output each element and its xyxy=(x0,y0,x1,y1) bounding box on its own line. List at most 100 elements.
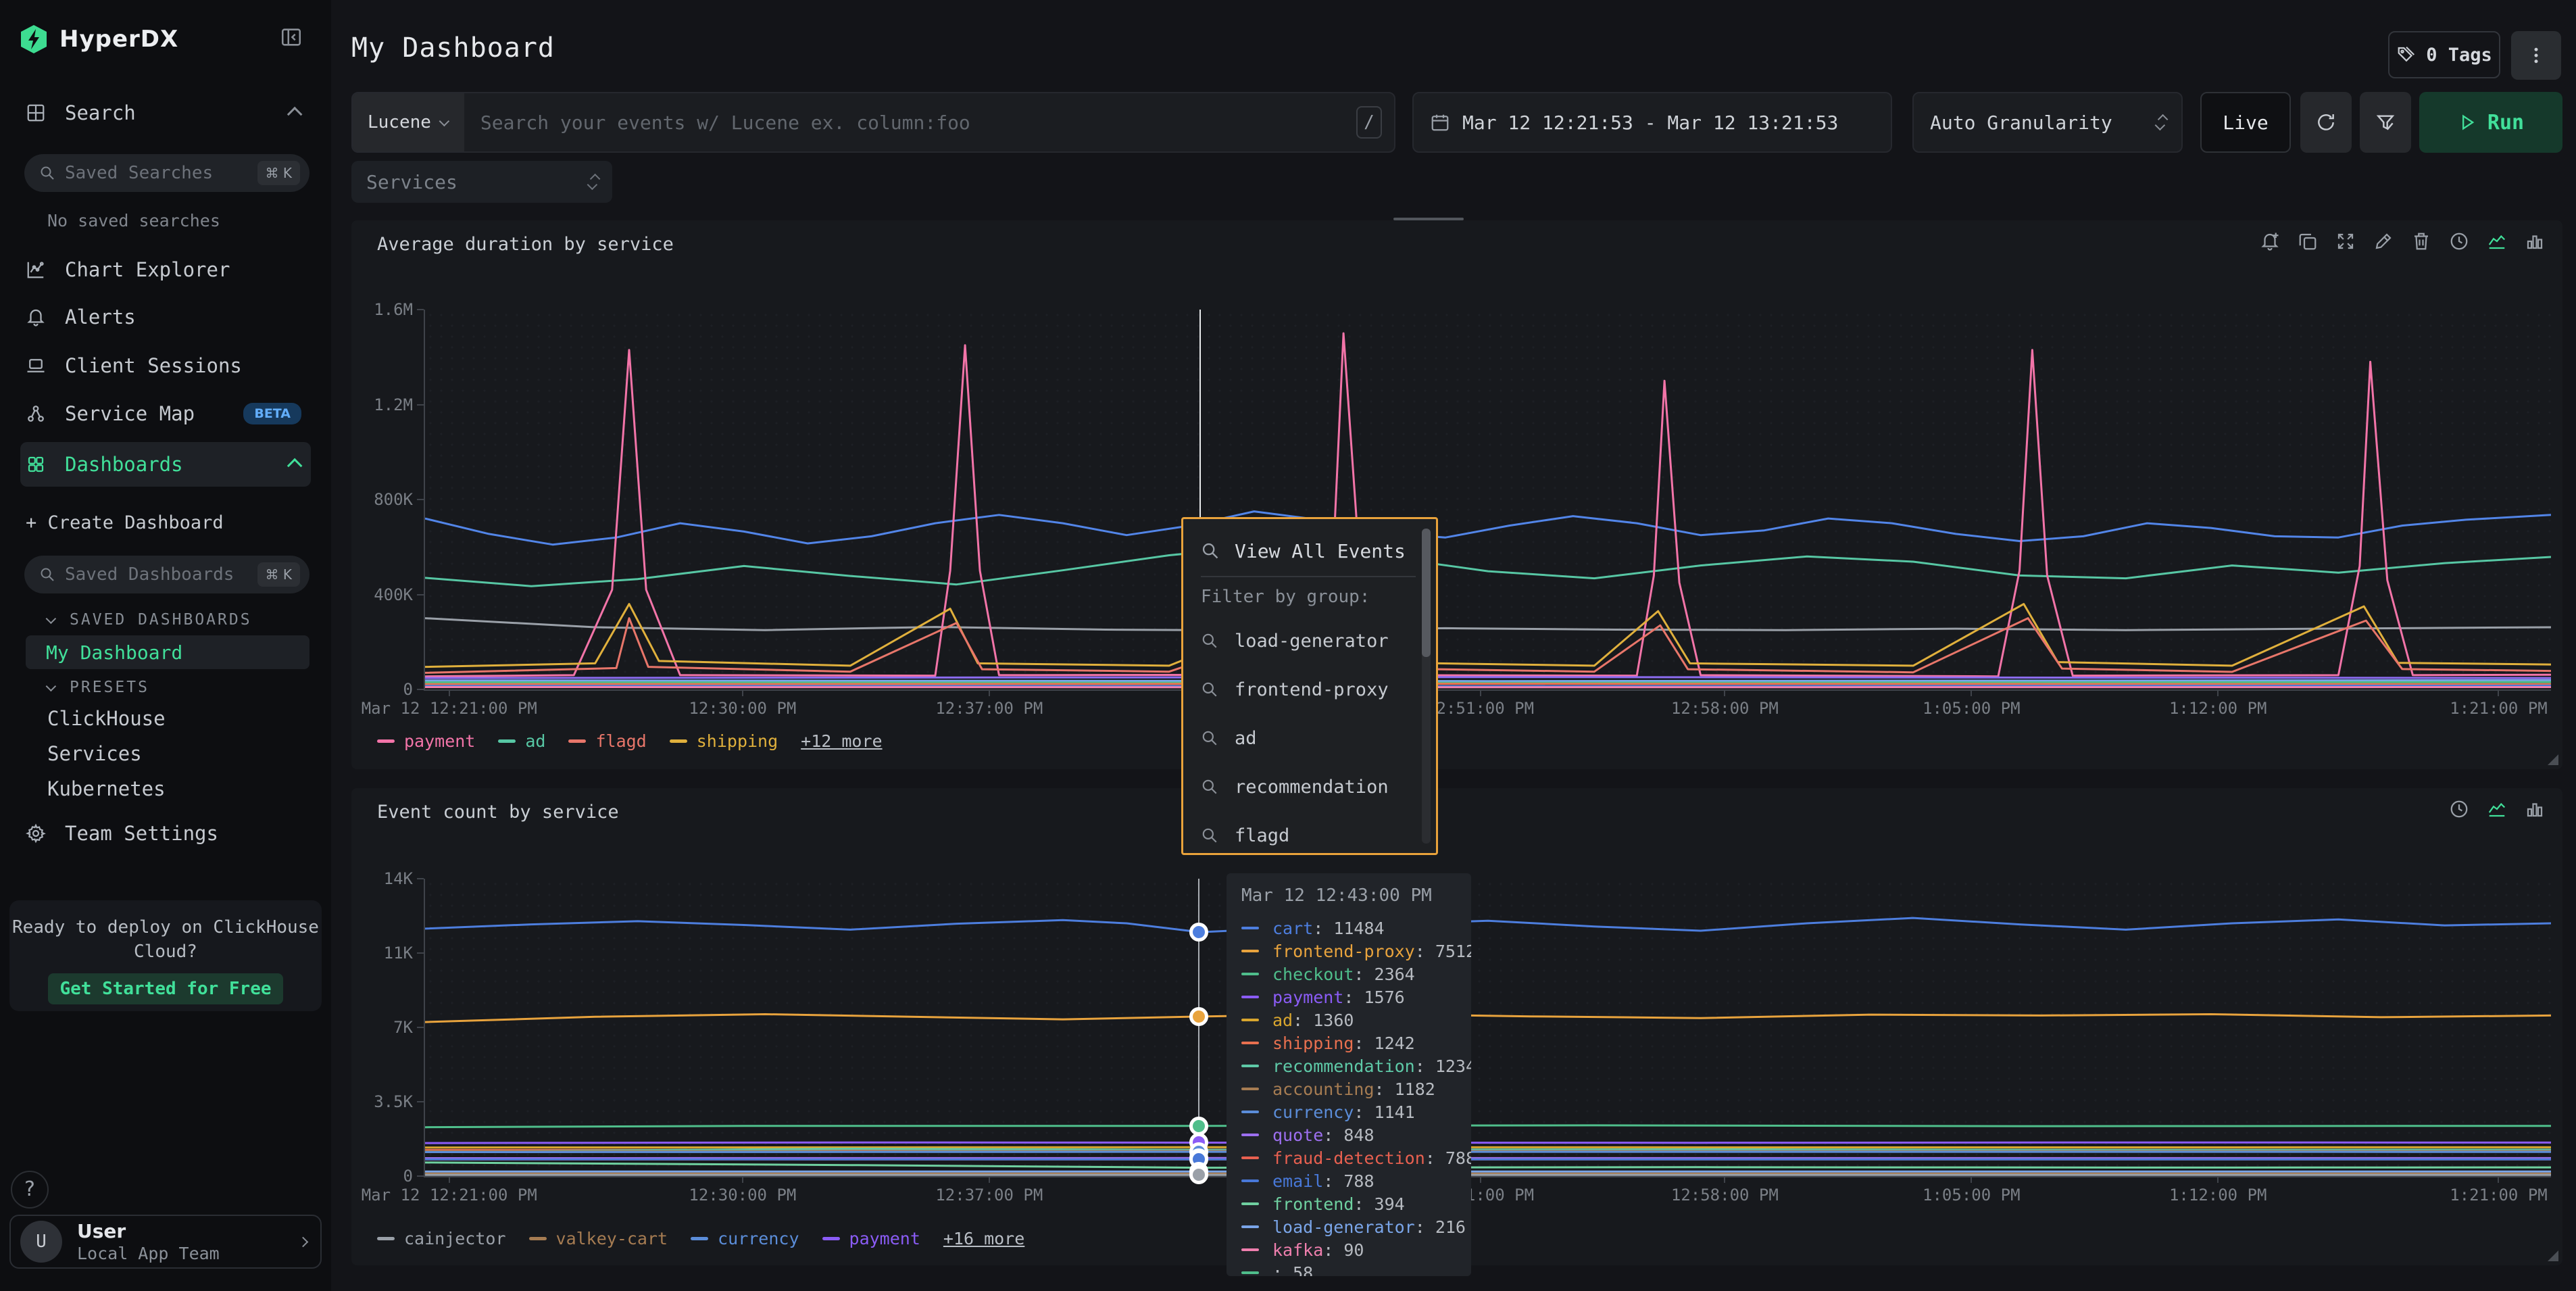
time-icon[interactable] xyxy=(2449,799,2469,819)
delete-icon[interactable] xyxy=(2411,231,2431,251)
tooltip-series-value: : 7512 xyxy=(1415,942,1471,961)
filter-group-item[interactable]: frontend-proxy xyxy=(1201,665,1416,714)
y-axis-tick xyxy=(417,1027,424,1028)
legend-dash xyxy=(498,739,516,743)
legend-item[interactable]: shipping xyxy=(670,731,778,751)
dashboards-icon xyxy=(26,454,46,474)
create-dashboard-button[interactable]: + Create Dashboard xyxy=(20,503,311,542)
series-quote xyxy=(425,677,2551,678)
tooltip-series-dash xyxy=(1241,1134,1259,1136)
legend-more-link[interactable]: +12 more xyxy=(801,731,882,751)
user-card[interactable]: U User Local App Team xyxy=(9,1215,322,1269)
legend-item[interactable]: ad xyxy=(498,731,545,751)
alert-add-icon[interactable] xyxy=(2260,231,2280,251)
series-checkout xyxy=(425,1125,2551,1127)
tags-button[interactable]: 0 Tags xyxy=(2388,31,2500,78)
edit-icon[interactable] xyxy=(2373,231,2394,251)
x-axis-tick xyxy=(1724,1176,1725,1183)
popup-scrollbar[interactable] xyxy=(1422,529,1431,844)
y-axis-tick xyxy=(417,404,424,406)
line-chart-average-duration[interactable] xyxy=(424,310,2551,691)
my-dashboard-label: My Dashboard xyxy=(46,641,182,664)
view-all-events-item[interactable]: View All Events xyxy=(1201,531,1416,570)
sidebar: HyperDX Search ⌘ K No saved searches Cha… xyxy=(0,0,331,1291)
query-search-bar[interactable]: Lucene / xyxy=(351,92,1395,153)
filter-group-label: frontend-proxy xyxy=(1235,679,1389,700)
panel-resize-grip[interactable] xyxy=(2548,754,2558,765)
get-started-button[interactable]: Get Started for Free xyxy=(48,973,283,1004)
sidebar-item-chart-explorer[interactable]: Chart Explorer xyxy=(20,250,311,289)
legend-item[interactable]: payment xyxy=(822,1229,920,1248)
live-button[interactable]: Live xyxy=(2200,92,2291,153)
saved-dashboards-search[interactable]: ⌘ K xyxy=(24,556,309,593)
filter-group-item[interactable]: recommendation xyxy=(1201,762,1416,811)
dashboard-menu-button[interactable] xyxy=(2511,31,2561,80)
brand: HyperDX xyxy=(20,19,318,59)
tooltip-series-name: email xyxy=(1272,1171,1323,1191)
line-chart-icon[interactable] xyxy=(2487,799,2507,819)
services-filter-select[interactable]: Services xyxy=(351,161,612,203)
help-button[interactable]: ? xyxy=(11,1171,49,1209)
chart-panel-average-duration: Average duration by service paymentadfla… xyxy=(351,220,2562,769)
duplicate-icon[interactable] xyxy=(2298,231,2318,251)
sidebar-item-clickhouse[interactable]: ClickHouse xyxy=(47,707,166,730)
y-axis-label: 400K xyxy=(359,585,413,604)
filter-group-item[interactable]: load-generator xyxy=(1201,616,1416,665)
bar-chart-icon[interactable] xyxy=(2525,231,2545,251)
legend-item[interactable]: payment xyxy=(377,731,475,751)
tooltip-row: payment: 1576 xyxy=(1241,985,1456,1008)
filter-group-item[interactable]: ad xyxy=(1201,714,1416,762)
sidebar-item-dashboards[interactable]: Dashboards xyxy=(20,442,311,487)
chevron-up-icon xyxy=(287,107,303,122)
granularity-select[interactable]: Auto Granularity xyxy=(1912,92,2183,153)
filter-group-item[interactable]: flagd xyxy=(1201,811,1416,855)
saved-searches-input[interactable] xyxy=(65,163,257,183)
sidebar-collapse-icon[interactable] xyxy=(280,26,303,49)
tooltip-row: fraud-detection: 788 xyxy=(1241,1146,1456,1169)
legend-dash xyxy=(822,1237,840,1240)
sidebar-item-services[interactable]: Services xyxy=(47,742,142,765)
section-saved-dashboards[interactable]: SAVED DASHBOARDS xyxy=(49,611,252,629)
expand-icon[interactable] xyxy=(2335,231,2356,251)
legend-item[interactable]: flagd xyxy=(568,731,646,751)
sidebar-item-client-sessions[interactable]: Client Sessions xyxy=(20,346,311,385)
y-axis-tick xyxy=(417,1101,424,1102)
tooltip-series-name: currency xyxy=(1272,1102,1354,1122)
y-axis-label: 800K xyxy=(359,490,413,509)
x-axis-label: 1:12:00 PM xyxy=(2169,1186,2267,1204)
section-presets[interactable]: PRESETS xyxy=(49,679,149,696)
query-search-input[interactable] xyxy=(464,112,1356,134)
bell-icon xyxy=(26,307,46,327)
sidebar-item-search[interactable]: Search xyxy=(20,93,311,132)
series-frontend xyxy=(425,1163,2551,1168)
line-chart-event-count[interactable] xyxy=(424,879,2551,1177)
saved-dashboards-input[interactable] xyxy=(65,564,257,585)
time-icon[interactable] xyxy=(2449,231,2469,251)
sidebar-item-team-settings[interactable]: Team Settings xyxy=(20,814,311,853)
legend-item[interactable]: valkey-cart xyxy=(529,1229,668,1248)
tooltip-series-dash xyxy=(1241,1111,1259,1113)
filter-button[interactable] xyxy=(2360,92,2411,153)
sidebar-item-service-map[interactable]: Service Map BETA xyxy=(20,394,311,433)
saved-searches-search[interactable]: ⌘ K xyxy=(24,154,309,192)
tooltip-row: currency: 1141 xyxy=(1241,1100,1456,1123)
run-button[interactable]: Run xyxy=(2419,92,2562,153)
date-range-picker[interactable]: Mar 12 12:21:53 - Mar 12 13:21:53 xyxy=(1412,92,1892,153)
bar-chart-icon[interactable] xyxy=(2525,799,2545,819)
legend-item[interactable]: cainjector xyxy=(377,1229,506,1248)
tooltip-row: frontend-proxy: 7512 xyxy=(1241,940,1456,963)
series-ad xyxy=(425,545,2551,586)
sidebar-item-kubernetes[interactable]: Kubernetes xyxy=(47,777,166,800)
tooltip-series-name: recommendation xyxy=(1272,1056,1415,1076)
panel-resize-grip[interactable] xyxy=(2548,1250,2558,1261)
popup-scrollbar-thumb[interactable] xyxy=(1422,529,1431,657)
legend-item[interactable]: currency xyxy=(691,1229,799,1248)
sidebar-item-my-dashboard[interactable]: My Dashboard xyxy=(26,635,309,669)
sidebar-item-label: Client Sessions xyxy=(65,354,242,377)
create-dashboard-label: + Create Dashboard xyxy=(26,512,224,533)
sidebar-item-alerts[interactable]: Alerts xyxy=(20,297,311,337)
refresh-button[interactable] xyxy=(2300,92,2352,153)
legend-more-link[interactable]: +16 more xyxy=(943,1229,1024,1248)
line-chart-icon[interactable] xyxy=(2487,231,2507,251)
query-language-select[interactable]: Lucene xyxy=(353,93,464,151)
